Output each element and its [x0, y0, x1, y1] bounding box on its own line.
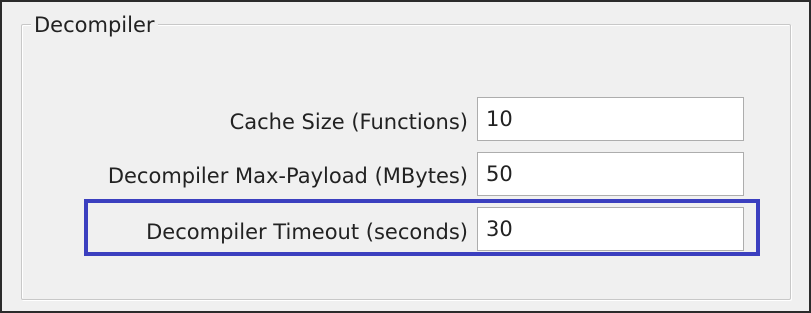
timeout-highlight-box: [84, 199, 760, 256]
max-payload-input[interactable]: [477, 152, 744, 196]
cache-size-label: Cache Size (Functions): [229, 110, 468, 134]
max-payload-label: Decompiler Max-Payload (MBytes): [107, 164, 468, 188]
cache-size-input[interactable]: [477, 97, 744, 141]
groupbox-title: Decompiler: [31, 12, 158, 38]
